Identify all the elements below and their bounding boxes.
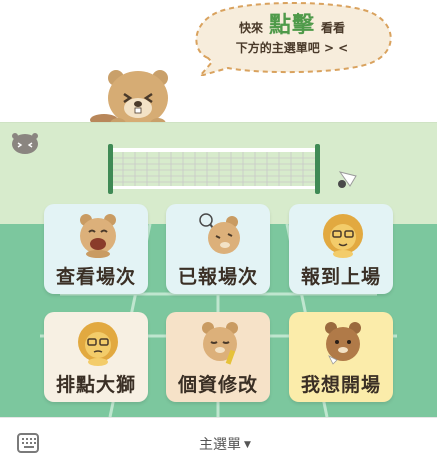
tile-label: 查看場次 (55, 266, 136, 288)
menu-tile-open-session[interactable]: 我想開場 (289, 312, 393, 402)
bubble-line2: 下方的主選單吧 > < (235, 41, 349, 55)
menu-tile-lion-ranking[interactable]: 排點大獅 (44, 312, 148, 402)
menu-tile-edit-profile[interactable]: 個資修改 (166, 312, 270, 402)
lion-glasses-icon (78, 322, 118, 366)
menu-tile-registered-sessions[interactable]: 已報場次 (166, 204, 270, 294)
bubble-prefix: 快來 (238, 21, 263, 35)
caret-down-icon: ▼ (244, 440, 251, 450)
main-menu-label: 主選單 (199, 437, 242, 453)
tile-label: 已報場次 (177, 266, 258, 288)
beaver-racket-icon (199, 213, 240, 254)
bottom-bar: 主選單 ▼ (0, 417, 437, 472)
beaver-shuttlecock-icon (325, 322, 361, 365)
bubble-text: 快來 點擊 看看 下方的主選單吧 > < (188, 13, 396, 58)
shuttlecock-icon (338, 171, 357, 188)
tile-label: 個資修改 (177, 374, 258, 396)
bubble-suffix: 看看 (321, 21, 346, 35)
tile-label: 排點大獅 (55, 374, 136, 396)
bubble-highlight: 點擊 (268, 13, 315, 38)
tile-label: 報到上場 (300, 266, 381, 288)
main-menu-toggle[interactable]: 主選單 ▼ (180, 434, 270, 456)
beaver-laughing-icon (80, 214, 116, 258)
beaver-writing-icon (202, 322, 238, 365)
mascot-face-icon (12, 133, 38, 154)
beaver-mascot-icon (90, 70, 168, 130)
badminton-net-icon (108, 144, 320, 194)
keyboard-icon[interactable] (17, 433, 39, 453)
menu-tile-check-in[interactable]: 報到上場 (289, 204, 393, 294)
lion-glasses-icon (323, 214, 363, 258)
menu-tile-view-sessions[interactable]: 查看場次 (44, 204, 148, 294)
tile-label: 我想開場 (300, 374, 381, 396)
